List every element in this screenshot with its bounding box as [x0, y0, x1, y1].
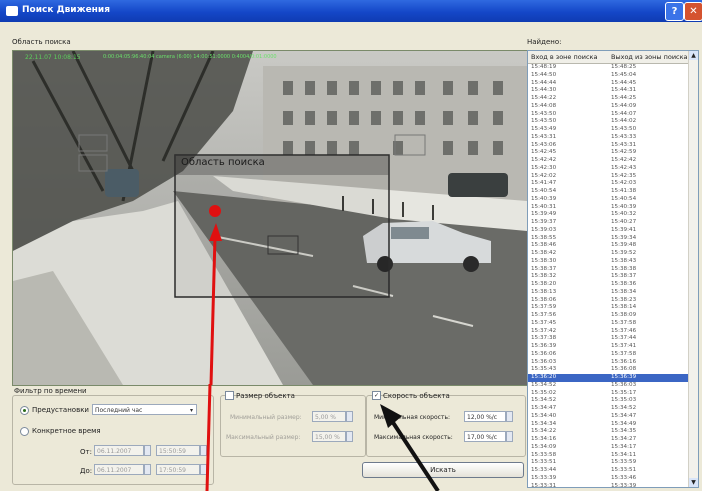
black-arrow [390, 419, 440, 491]
red-arrow-tail [205, 383, 212, 491]
annotation-arrows [205, 383, 440, 491]
black-arrow-head [380, 404, 402, 428]
